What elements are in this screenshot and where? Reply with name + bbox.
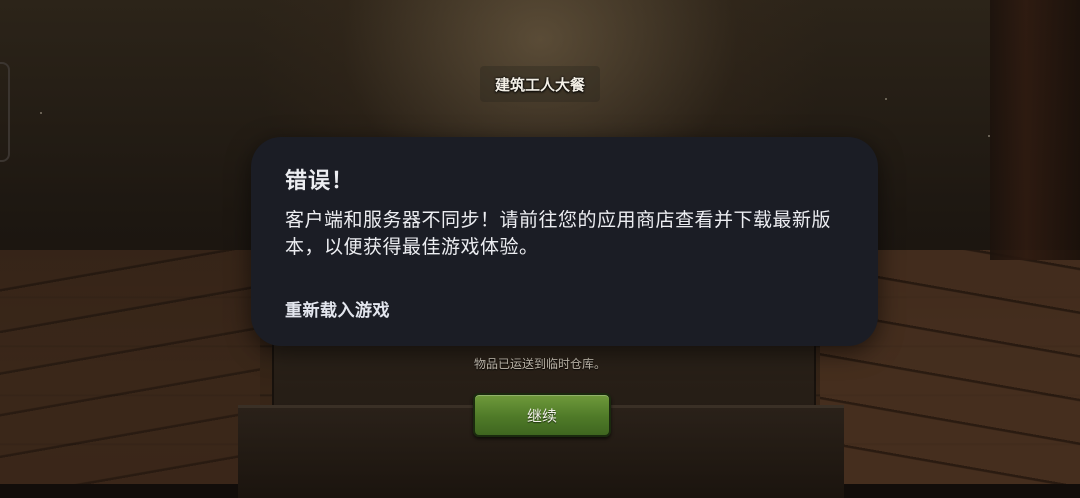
reward-title: 建筑工人大餐 [494, 76, 585, 94]
continue-button[interactable]: 继续 [473, 393, 611, 437]
dust-particle [988, 135, 990, 137]
right-wall-shelf [990, 0, 1080, 260]
error-dialog: 错误！ 客户端和服务器不同步！请前往您的应用商店查看并下载最新版本，以便获得最佳… [251, 137, 878, 346]
dialog-title: 错误！ [285, 169, 355, 194]
dust-particle [885, 98, 887, 100]
dialog-message: 客户端和服务器不同步！请前往您的应用商店查看并下载最新版本，以便获得最佳游戏体验… [285, 209, 832, 258]
stash-notice-text: 物品已运送到临时仓库。 [473, 357, 606, 371]
dust-particle [40, 112, 42, 114]
side-drawer-handle[interactable] [0, 62, 10, 162]
continue-button-label: 继续 [526, 406, 557, 425]
reload-game-button[interactable]: 重新载入游戏 [285, 296, 390, 321]
floor-planks-left [0, 250, 260, 484]
